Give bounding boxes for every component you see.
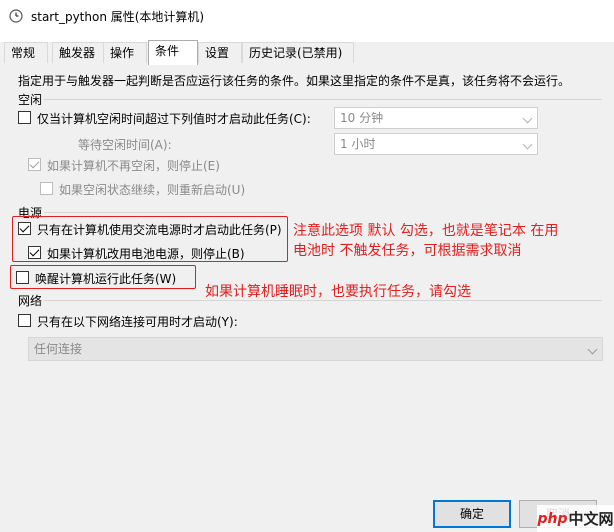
stop-if-not-idle-label: 如果计算机不再空闲，则停止(E) (47, 159, 220, 173)
watermark-logo: php 中文网 (537, 505, 614, 532)
highlight-box-power (12, 216, 288, 262)
chevron-down-icon (587, 344, 598, 355)
network-connection-value: 任何连接 (34, 342, 83, 356)
tab-history[interactable]: 历史记录(已禁用) (242, 42, 354, 64)
tab-strip: 常规 触发器 操作 条件 设置 历史记录(已禁用) (0, 40, 614, 65)
watermark-site: 中文网 (568, 510, 614, 528)
wait-idle-value: 1 小时 (340, 137, 376, 151)
idle-start-label: 仅当计算机空闲时间超过下列值时才启动此任务(C): (37, 112, 311, 126)
idle-duration-select[interactable]: 10 分钟 (334, 107, 538, 129)
chevron-down-icon (522, 139, 533, 150)
tab-general[interactable]: 常规 (4, 42, 48, 64)
section-network-title: 网络 (18, 294, 43, 308)
section-power-divider (44, 212, 284, 213)
title-bar: start_python 属性(本地计算机) (0, 0, 614, 32)
annotation-power-line2: 电池时 不触发任务，可根据需求取消 (293, 243, 522, 259)
idle-duration-value: 10 分钟 (340, 111, 384, 125)
description-text: 指定用于与触发器一起判断是否应运行该任务的条件。如果这里指定的条件不是真，该任务… (18, 74, 571, 88)
section-network-divider (44, 300, 602, 301)
highlight-box-wake (10, 265, 196, 289)
stop-if-not-idle-checkbox[interactable] (28, 158, 41, 171)
section-idle-title: 空闲 (18, 93, 43, 107)
wait-idle-label: 等待空闲时间(A): (78, 138, 172, 152)
chevron-down-icon (522, 113, 533, 124)
tab-conditions[interactable]: 条件 (148, 40, 198, 65)
ok-button[interactable]: 确定 (433, 500, 511, 528)
wait-idle-select[interactable]: 1 小时 (334, 133, 538, 155)
tab-actions[interactable]: 操作 (103, 42, 147, 64)
section-idle-divider (44, 99, 602, 100)
tab-settings[interactable]: 设置 (198, 42, 242, 64)
network-only-label: 只有在以下网络连接可用时才启动(Y): (37, 315, 238, 329)
network-connection-select[interactable]: 任何连接 (28, 337, 603, 361)
annotation-power-line1: 注意此选项 默认 勾选，也就是笔记本 在用 (293, 223, 559, 239)
watermark-php: php (537, 510, 568, 527)
tab-triggers[interactable]: 触发器 (52, 42, 107, 64)
restart-idle-label: 如果空闲状态继续，则重新启动(U) (59, 183, 246, 197)
clock-icon (9, 9, 23, 23)
restart-idle-checkbox[interactable] (40, 182, 53, 195)
window-title: start_python 属性(本地计算机) (31, 9, 205, 24)
annotation-wake: 如果计算机睡眠时，也要执行任务，请勾选 (205, 284, 471, 300)
idle-start-checkbox[interactable] (18, 111, 31, 124)
network-only-checkbox[interactable] (18, 314, 31, 327)
